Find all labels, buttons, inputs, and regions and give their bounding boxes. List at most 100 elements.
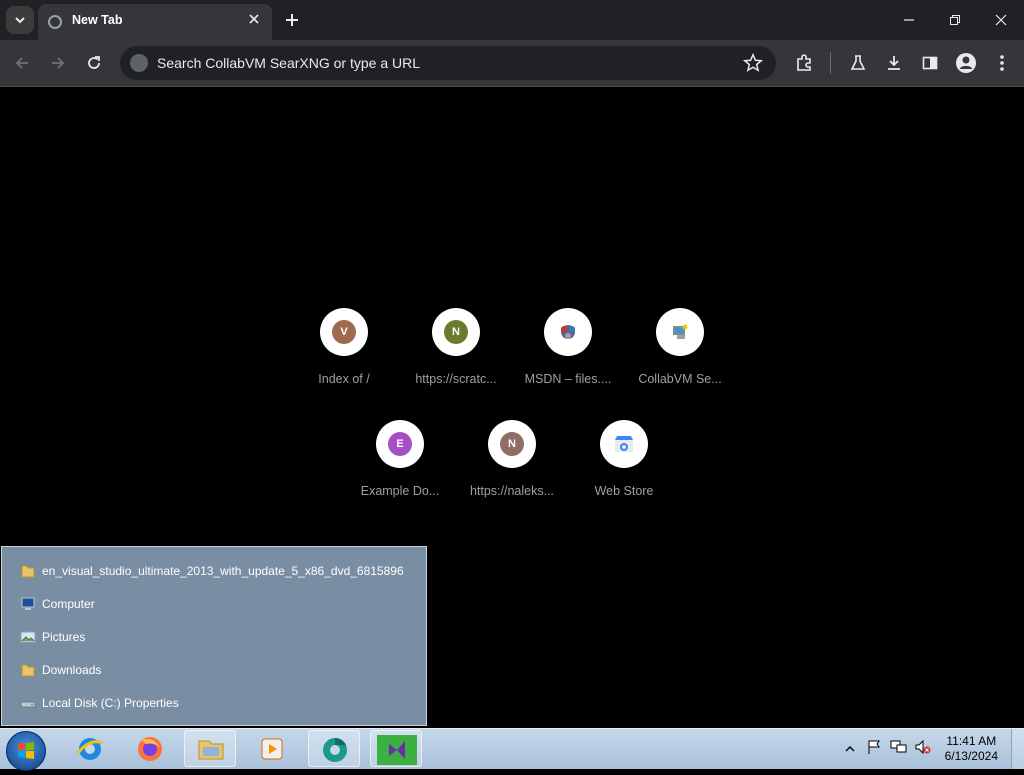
taskbar-windows-explorer[interactable] bbox=[184, 730, 236, 767]
folder-icon bbox=[198, 740, 224, 760]
network-icon[interactable] bbox=[890, 739, 908, 755]
shortcut-icon-circle: E bbox=[376, 420, 424, 468]
new-tab-icon[interactable] bbox=[280, 8, 304, 32]
letter-avatar-icon: V bbox=[332, 320, 356, 344]
minimize-icon bbox=[904, 19, 914, 21]
restore-icon bbox=[950, 15, 960, 25]
pictures-icon bbox=[20, 631, 36, 643]
show-hidden-icons-icon[interactable] bbox=[845, 745, 855, 753]
windows-logo-icon bbox=[18, 742, 34, 759]
visual-studio-icon bbox=[377, 735, 417, 765]
jump-list-label: Downloads bbox=[42, 663, 102, 677]
close-window-button[interactable] bbox=[978, 0, 1024, 40]
taskbar-internet-explorer[interactable] bbox=[64, 730, 116, 767]
explorer-jump-list: en_visual_studio_ultimate_2013_with_upda… bbox=[1, 546, 427, 726]
jump-list-label: en_visual_studio_ultimate_2013_with_upda… bbox=[42, 564, 404, 578]
volume-muted-icon[interactable] bbox=[914, 739, 932, 755]
tab-search-button[interactable] bbox=[6, 6, 34, 34]
shortcut-icon-circle bbox=[544, 308, 592, 356]
forward-arrow-icon bbox=[52, 57, 65, 69]
collabvm-logo-icon bbox=[673, 324, 688, 339]
media-player-icon bbox=[261, 738, 283, 760]
jump-list-item[interactable]: en_visual_studio_ultimate_2013_with_upda… bbox=[20, 561, 404, 581]
address-bar-placeholder: Search CollabVM SearXNG or type a URL bbox=[157, 55, 420, 71]
more-vert-icon bbox=[1000, 55, 1004, 71]
close-icon bbox=[995, 14, 1007, 26]
flask-icon bbox=[850, 55, 866, 70]
downloads-folder-icon bbox=[21, 664, 35, 677]
jump-list-item[interactable]: Local Disk (C:) Properties bbox=[20, 693, 179, 713]
clock-date: 6/13/2024 bbox=[944, 749, 998, 763]
jump-list-item[interactable]: Downloads bbox=[20, 660, 101, 680]
shortcut-tile[interactable]: MSDN – files.... bbox=[512, 308, 624, 408]
firefox-icon bbox=[138, 737, 162, 761]
bookmark-star-icon[interactable] bbox=[742, 52, 764, 74]
chromium-teal-icon bbox=[323, 737, 347, 762]
jump-list-item[interactable]: Pictures bbox=[20, 627, 85, 647]
search-engine-icon bbox=[130, 54, 148, 72]
download-icon bbox=[888, 56, 900, 70]
address-bar[interactable]: Search CollabVM SearXNG or type a URL bbox=[120, 46, 776, 80]
tab-title: New Tab bbox=[72, 13, 123, 27]
menu-button[interactable] bbox=[990, 51, 1014, 75]
downloads-button[interactable] bbox=[882, 51, 906, 75]
shortcut-icon-circle bbox=[656, 308, 704, 356]
extensions-button[interactable] bbox=[792, 51, 816, 75]
shortcut-label: Example Do... bbox=[360, 484, 440, 498]
profile-avatar-icon bbox=[956, 53, 976, 73]
system-clock[interactable]: 11:41 AM 6/13/2024 bbox=[945, 734, 998, 764]
chevron-down-icon bbox=[15, 17, 25, 24]
clock-time: 11:41 AM bbox=[946, 734, 997, 748]
restore-button[interactable] bbox=[932, 0, 978, 40]
shortcut-tile[interactable]: CollabVM Se... bbox=[624, 308, 736, 408]
shortcut-icon-circle: V bbox=[320, 308, 368, 356]
taskbar: 11:41 AM 6/13/2024 bbox=[0, 728, 1024, 771]
jump-list-label: Pictures bbox=[42, 630, 86, 644]
taskbar-chrome[interactable] bbox=[308, 730, 360, 767]
shortcut-tile[interactable]: E Example Do... bbox=[344, 420, 456, 520]
shortcut-icon-circle: N bbox=[488, 420, 536, 468]
action-center-flag-icon[interactable] bbox=[866, 739, 882, 755]
puzzle-icon bbox=[797, 54, 811, 71]
folder-icon bbox=[21, 565, 35, 578]
profile-button[interactable] bbox=[954, 51, 978, 75]
jump-list-item[interactable]: Computer bbox=[20, 594, 95, 614]
browser-toolbar: Search CollabVM SearXNG or type a URL bbox=[0, 40, 1024, 87]
side-panel-icon bbox=[922, 56, 938, 70]
letter-avatar-icon: E bbox=[388, 432, 412, 456]
taskbar-visual-studio[interactable] bbox=[370, 730, 422, 767]
reload-button[interactable] bbox=[82, 51, 106, 75]
msdn-logo-icon bbox=[561, 325, 575, 339]
chrome-favicon-icon bbox=[48, 15, 62, 29]
forward-button[interactable] bbox=[46, 51, 70, 75]
shortcut-tile[interactable]: Web Store bbox=[568, 420, 680, 520]
letter-avatar-icon: N bbox=[500, 432, 524, 456]
minimize-button[interactable] bbox=[886, 0, 932, 40]
taskbar-media-player[interactable] bbox=[246, 730, 298, 767]
toolbar-separator bbox=[830, 52, 831, 74]
labs-button[interactable] bbox=[846, 51, 870, 75]
shortcut-label: Index of / bbox=[318, 372, 370, 386]
start-button[interactable] bbox=[6, 731, 46, 771]
shortcut-label: https://naleks... bbox=[469, 484, 555, 498]
drive-icon bbox=[20, 701, 36, 708]
title-bar: New Tab bbox=[0, 0, 1024, 40]
shortcut-tile[interactable]: N https://scratc... bbox=[400, 308, 512, 408]
shortcut-label: https://scratc... bbox=[415, 372, 497, 386]
shortcut-tile[interactable]: V Index of / bbox=[288, 308, 400, 408]
letter-avatar-icon: N bbox=[444, 320, 468, 344]
close-tab-icon[interactable] bbox=[246, 11, 262, 27]
shortcut-icon-circle bbox=[600, 420, 648, 468]
computer-icon bbox=[21, 597, 35, 610]
shortcut-icon-circle: N bbox=[432, 308, 480, 356]
back-button[interactable] bbox=[10, 51, 34, 75]
side-panel-button[interactable] bbox=[918, 51, 942, 75]
jump-list-label: Computer bbox=[42, 597, 95, 611]
internet-explorer-icon bbox=[76, 738, 103, 760]
taskbar-firefox[interactable] bbox=[124, 730, 176, 767]
tab-new-tab[interactable]: New Tab bbox=[38, 4, 272, 40]
shortcut-label: CollabVM Se... bbox=[638, 372, 722, 386]
shortcut-tile[interactable]: N https://naleks... bbox=[456, 420, 568, 520]
back-arrow-icon bbox=[15, 57, 28, 69]
show-desktop-button[interactable] bbox=[1011, 729, 1024, 769]
